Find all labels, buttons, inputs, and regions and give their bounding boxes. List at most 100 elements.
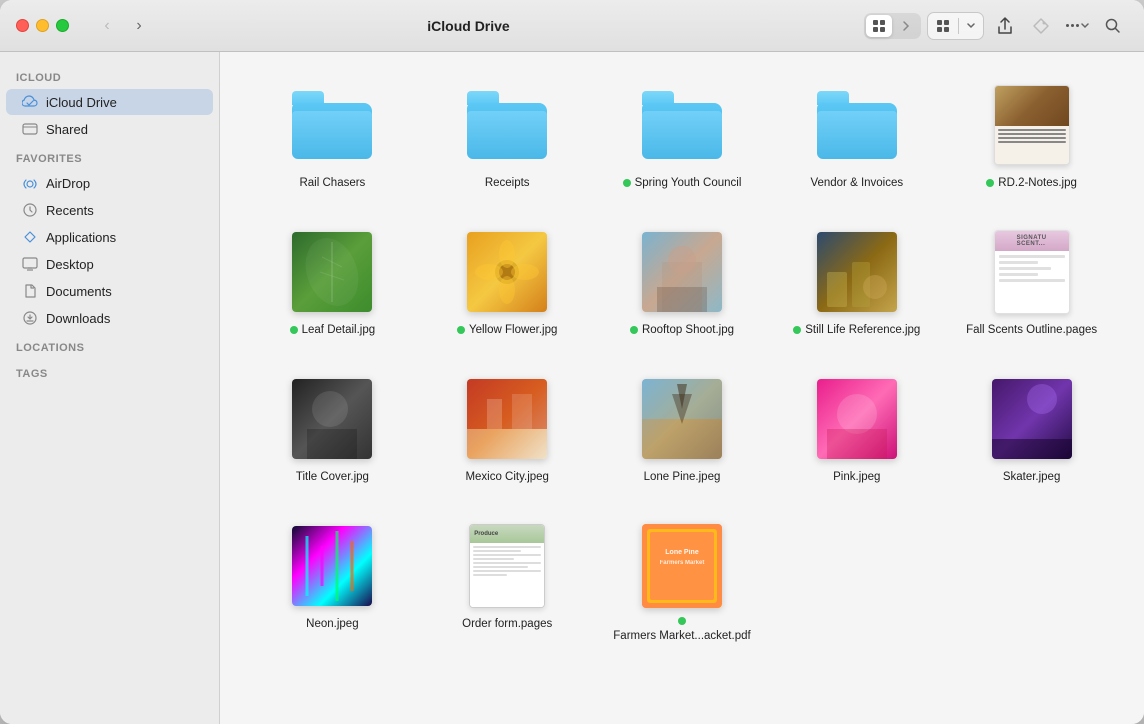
thumb-fall-scents: SIGNATUSCENT...	[987, 227, 1077, 317]
main-area: iCloud iCloud Drive Shared	[0, 52, 1144, 724]
file-label-receipts: Receipts	[485, 176, 530, 191]
sidebar-section-locations: Locations	[0, 332, 219, 358]
view-grid-icon[interactable]	[928, 13, 958, 39]
close-button[interactable]	[16, 19, 29, 32]
sidebar-item-downloads[interactable]: Downloads	[6, 305, 213, 331]
sidebar-section-icloud: iCloud	[0, 62, 219, 88]
finder-window: ‹ › iCloud Drive	[0, 0, 1144, 724]
file-label-neon: Neon.jpeg	[306, 617, 358, 632]
applications-icon	[22, 229, 38, 245]
sync-dot-spring-youth	[623, 179, 631, 187]
svg-text:Farmers Market: Farmers Market	[660, 560, 705, 566]
share-button[interactable]	[990, 11, 1020, 41]
file-label-farmers-market: Farmers Market...acket.pdf	[608, 617, 757, 644]
sidebar-item-desktop[interactable]: Desktop	[6, 251, 213, 277]
sidebar-label-recents: Recents	[46, 203, 94, 218]
sync-dot-farmers	[678, 617, 686, 625]
file-item-skater[interactable]: Skater.jpeg	[949, 366, 1114, 493]
file-label-vendor: Vendor & Invoices	[810, 176, 903, 191]
file-label-skater: Skater.jpeg	[1003, 470, 1061, 485]
view-dropdown-arrow[interactable]	[959, 13, 983, 39]
thumb-rooftop-shoot	[637, 227, 727, 317]
tag-button[interactable]	[1026, 11, 1056, 41]
sync-dot-leaf	[290, 326, 298, 334]
file-label-leaf-detail: Leaf Detail.jpg	[290, 323, 376, 338]
thumb-farmers-market: Lone Pine Farmers Market	[637, 521, 727, 611]
file-label-fall-scents: Fall Scents Outline.pages	[966, 323, 1097, 338]
file-item-lone-pine[interactable]: Lone Pine.jpeg	[600, 366, 765, 493]
sidebar-item-airdrop[interactable]: AirDrop	[6, 170, 213, 196]
file-item-title-cover[interactable]: Title Cover.jpg	[250, 366, 415, 493]
thumb-leaf-detail	[287, 227, 377, 317]
airdrop-icon	[22, 175, 38, 191]
more-options-button[interactable]	[1062, 11, 1092, 41]
file-item-fall-scents[interactable]: SIGNATUSCENT... Fall Scents Outline.page…	[949, 219, 1114, 346]
file-item-mexico-city[interactable]: Mexico City.jpeg	[425, 366, 590, 493]
sync-dot-rd	[986, 179, 994, 187]
file-item-yellow-flower[interactable]: Yellow Flower.jpg	[425, 219, 590, 346]
thumb-still-life	[812, 227, 902, 317]
thumb-order-form: Produce	[462, 521, 552, 611]
file-item-neon[interactable]: Neon.jpeg	[250, 513, 415, 652]
downloads-icon	[22, 310, 38, 326]
file-grid: Rail Chasers Receipts	[250, 72, 1114, 652]
sidebar-label-documents: Documents	[46, 284, 112, 299]
order-pages-header: Produce	[470, 525, 544, 543]
sidebar-label-airdrop: AirDrop	[46, 176, 90, 191]
maximize-button[interactable]	[56, 19, 69, 32]
svg-text:Lone Pine: Lone Pine	[665, 549, 699, 556]
file-item-farmers-market[interactable]: Lone Pine Farmers Market Farmers Market.…	[600, 513, 765, 652]
sidebar-item-recents[interactable]: Recents	[6, 197, 213, 223]
view-toggle-group	[864, 13, 921, 39]
file-item-vendor-invoices[interactable]: Vendor & Invoices	[774, 72, 939, 199]
documents-icon	[22, 283, 38, 299]
file-item-still-life[interactable]: Still Life Reference.jpg	[774, 219, 939, 346]
thumb-lone-pine	[637, 374, 727, 464]
file-label-rd-notes: RD.2-Notes.jpg	[986, 176, 1077, 191]
file-content: Rail Chasers Receipts	[220, 52, 1144, 724]
file-label-rooftop-shoot: Rooftop Shoot.jpg	[630, 323, 734, 338]
traffic-lights	[16, 19, 69, 32]
grid-view-button[interactable]	[866, 15, 892, 37]
thumb-pink	[812, 374, 902, 464]
recents-icon	[22, 202, 38, 218]
file-label-yellow-flower: Yellow Flower.jpg	[457, 323, 557, 338]
window-title: iCloud Drive	[85, 18, 852, 34]
search-button[interactable]	[1098, 11, 1128, 41]
sidebar-label-downloads: Downloads	[46, 311, 110, 326]
file-item-leaf-detail[interactable]: Leaf Detail.jpg	[250, 219, 415, 346]
file-label-order-form: Order form.pages	[462, 617, 552, 632]
thumb-title-cover	[287, 374, 377, 464]
sidebar-item-applications[interactable]: Applications	[6, 224, 213, 250]
shared-icon	[22, 121, 38, 137]
thumb-yellow-flower	[462, 227, 552, 317]
desktop-icon	[22, 256, 38, 272]
file-item-rooftop-shoot[interactable]: Rooftop Shoot.jpg	[600, 219, 765, 346]
folder-thumb-vendor	[812, 80, 902, 170]
toolbar-right	[864, 11, 1128, 41]
sidebar: iCloud iCloud Drive Shared	[0, 52, 220, 724]
sidebar-label-desktop: Desktop	[46, 257, 94, 272]
file-item-order-form[interactable]: Produce	[425, 513, 590, 652]
file-item-rail-chasers[interactable]: Rail Chasers	[250, 72, 415, 199]
sync-dot-still-life	[793, 326, 801, 334]
sidebar-item-icloud-drive[interactable]: iCloud Drive	[6, 89, 213, 115]
sync-dot-rooftop	[630, 326, 638, 334]
icloud-drive-icon	[22, 94, 38, 110]
file-item-spring-youth-council[interactable]: Spring Youth Council	[600, 72, 765, 199]
file-label-rail-chasers: Rail Chasers	[299, 176, 365, 191]
sidebar-label-icloud-drive: iCloud Drive	[46, 95, 117, 110]
sidebar-item-documents[interactable]: Documents	[6, 278, 213, 304]
thumb-skater	[987, 374, 1077, 464]
minimize-button[interactable]	[36, 19, 49, 32]
folder-thumb-receipts	[462, 80, 552, 170]
file-item-receipts[interactable]: Receipts	[425, 72, 590, 199]
file-item-pink[interactable]: Pink.jpeg	[774, 366, 939, 493]
file-item-rd-notes[interactable]: RD.2-Notes.jpg	[949, 72, 1114, 199]
view-mode-selector[interactable]	[927, 12, 984, 40]
sidebar-item-shared[interactable]: Shared	[6, 116, 213, 142]
sidebar-label-applications: Applications	[46, 230, 116, 245]
folder-thumb-rail-chasers	[287, 80, 377, 170]
chevron-view-button[interactable]	[893, 15, 919, 37]
file-label-pink: Pink.jpeg	[833, 470, 880, 485]
